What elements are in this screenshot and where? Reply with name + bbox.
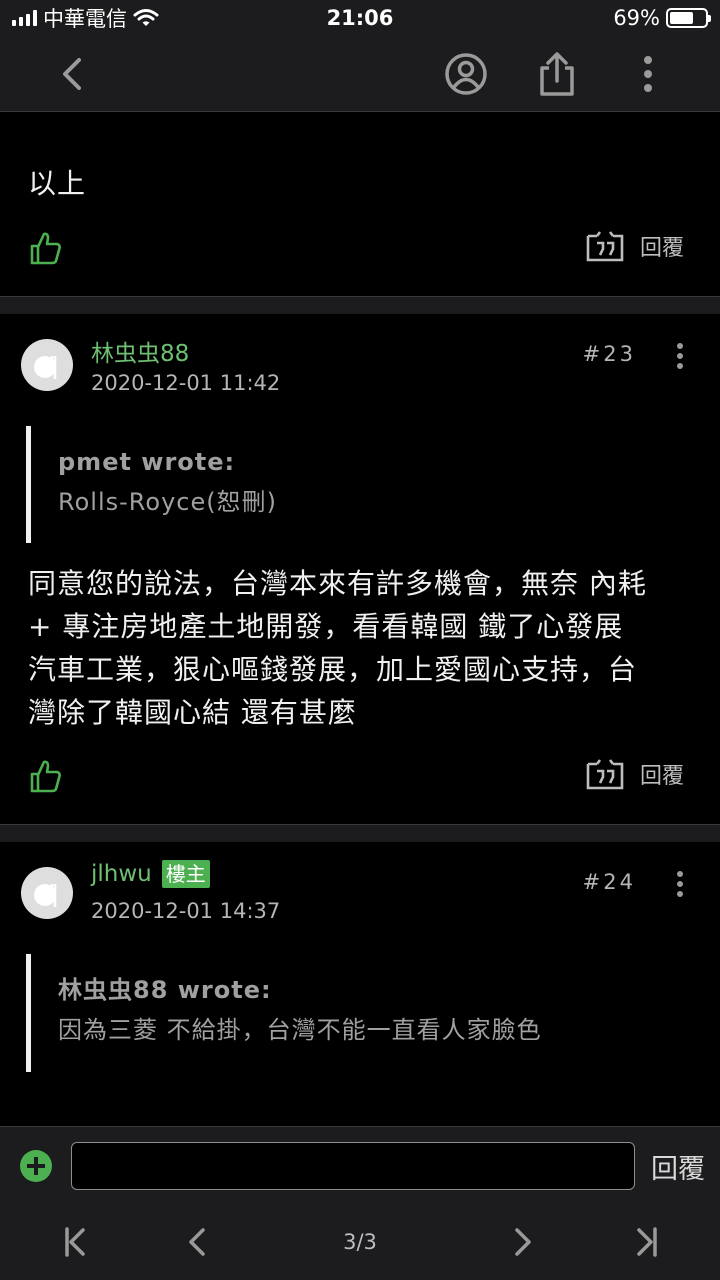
more-vertical-icon (644, 56, 652, 92)
post-more-button[interactable] (670, 869, 690, 899)
last-page-button[interactable] (612, 1204, 682, 1280)
thread-content[interactable]: 以上 回覆 林虫虫88 2020-12-01 11:42 #23 pmet wr… (0, 112, 720, 1126)
share-button[interactable] (519, 36, 595, 112)
post-author[interactable]: jlhwu 樓主 (91, 860, 210, 888)
first-page-button[interactable] (40, 1204, 110, 1280)
status-right: 69% (613, 4, 711, 32)
reply-submit-button[interactable]: 回覆 (640, 1142, 716, 1190)
top-nav-bar (0, 36, 720, 112)
status-bar: 中華電信 21:06 69% (0, 0, 720, 36)
thumbs-up-icon[interactable] (28, 230, 64, 266)
reply-input[interactable] (71, 1142, 635, 1190)
back-button[interactable] (34, 36, 110, 112)
quote-text: Rolls-Royce(恕刪) (58, 488, 277, 516)
profile-button[interactable] (428, 36, 504, 112)
previous-post: 以上 回覆 (0, 112, 720, 296)
more-button[interactable] (610, 36, 686, 112)
author-name: 林虫虫88 (91, 341, 190, 367)
avatar[interactable] (21, 867, 73, 919)
post-more-button[interactable] (670, 341, 690, 371)
dot (677, 343, 683, 349)
reply-bar: 回覆 (0, 1126, 720, 1204)
next-page-button[interactable] (488, 1204, 558, 1280)
default-avatar-icon (34, 884, 57, 907)
battery-icon (666, 8, 711, 28)
dot (677, 871, 683, 877)
post-separator (0, 296, 720, 314)
page-indicator: 3/3 (310, 1204, 410, 1280)
status-left: 中華電信 (12, 4, 159, 32)
wifi-icon (133, 9, 159, 26)
floor-number: #24 (582, 870, 636, 894)
reply-label: 回覆 (639, 236, 684, 261)
page-label: 3/3 (343, 1230, 377, 1254)
post-body-line: + 專注房地產土地開發，看看韓國 鐵了心發展 (28, 610, 624, 643)
dot (677, 881, 683, 887)
carrier-label: 中華電信 (43, 7, 127, 31)
dot (677, 363, 683, 369)
post-body-line: 同意您的說法，台灣本來有許多機會，無奈 內耗 (28, 567, 647, 600)
post-body-line: 灣除了韓國心結 還有甚麼 (28, 696, 357, 729)
reply-action[interactable]: 回覆 (586, 756, 684, 792)
signal-icon (12, 10, 37, 26)
reply-label: 回覆 (639, 764, 684, 789)
chevron-left-icon (189, 1228, 205, 1256)
post-timestamp: 2020-12-01 14:37 (91, 899, 281, 923)
previous-page-button[interactable] (162, 1204, 232, 1280)
add-attachment-button[interactable] (20, 1150, 52, 1182)
quote-author: 林虫虫88 wrote: (58, 976, 272, 1004)
post-24: jlhwu 樓主 2020-12-01 14:37 #24 林虫虫88 wrot… (0, 842, 720, 1126)
quote-reply-icon (586, 231, 624, 262)
quote-block: 林虫虫88 wrote: 因為三菱 不給掛，台灣不能一直看人家臉色 (26, 954, 542, 1072)
post-timestamp: 2020-12-01 11:42 (91, 371, 281, 395)
post-body-text: 以上 (28, 167, 87, 200)
quote-reply-icon (586, 759, 624, 790)
floor-number: #23 (582, 342, 636, 366)
profile-icon (445, 53, 487, 95)
dot (677, 353, 683, 359)
post-body-line: 汽車工業，狠心嘔錢發展，加上愛國心支持，台 (28, 653, 638, 686)
dot (677, 891, 683, 897)
thumbs-up-icon[interactable] (28, 758, 64, 794)
quote-text: 因為三菱 不給掛，台灣不能一直看人家臉色 (58, 1016, 542, 1044)
battery-percent: 69% (613, 6, 660, 30)
pagination-bar: 3/3 (0, 1204, 720, 1280)
post-separator (0, 824, 720, 842)
post-author[interactable]: 林虫虫88 (91, 334, 189, 368)
avatar[interactable] (21, 339, 73, 391)
op-badge: 樓主 (161, 860, 210, 888)
post-body: 同意您的說法，台灣本來有許多機會，無奈 內耗 + 專注房地產土地開發，看看韓國 … (28, 562, 647, 734)
default-avatar-icon (34, 356, 57, 379)
first-page-icon (65, 1227, 85, 1257)
author-name: jlhwu (91, 861, 152, 887)
last-page-icon (637, 1227, 657, 1257)
chevron-right-icon (515, 1228, 531, 1256)
chevron-left-icon (63, 58, 81, 90)
quote-block: pmet wrote: Rolls-Royce(恕刪) (26, 426, 277, 543)
share-icon (540, 52, 574, 96)
quote-author: pmet wrote: (58, 448, 236, 476)
post-23: 林虫虫88 2020-12-01 11:42 #23 pmet wrote: R… (0, 314, 720, 824)
reply-action[interactable]: 回覆 (586, 228, 684, 264)
